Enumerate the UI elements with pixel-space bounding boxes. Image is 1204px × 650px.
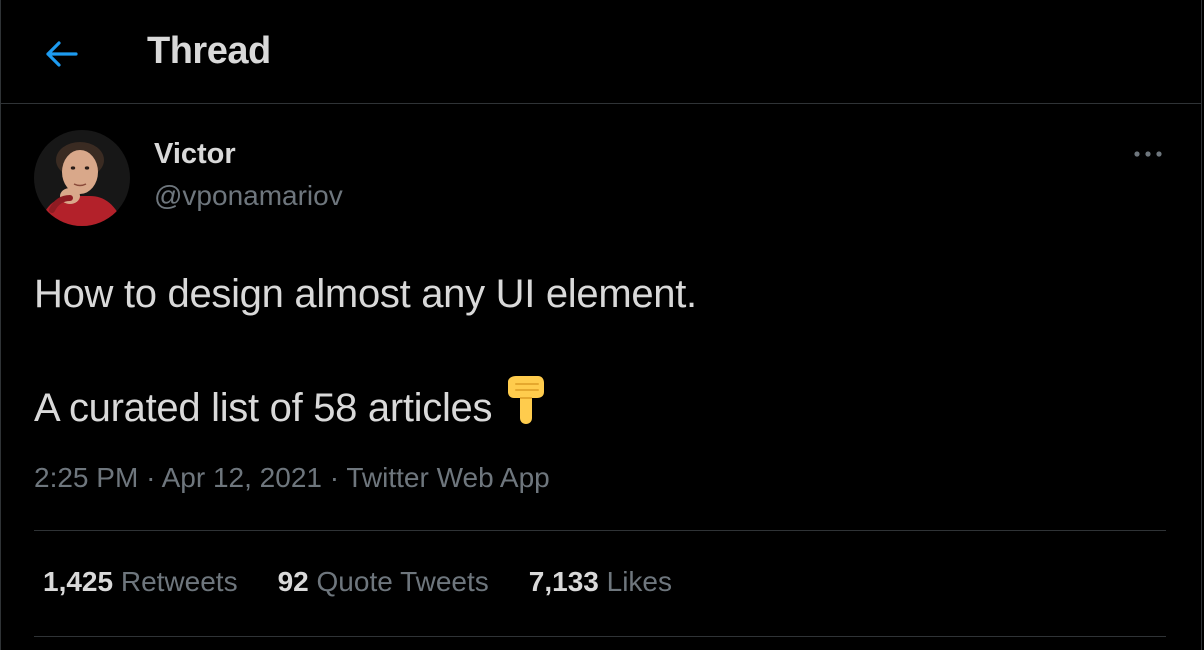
avatar[interactable] [34,130,130,226]
tweet-author-row: Victor @vponamariov [34,128,1166,228]
retweets-label: Retweets [120,566,238,597]
tweet-text-line-1: How to design almost any UI element. [34,272,697,316]
meta-separator: · [329,462,340,493]
thread-panel: Thread Victor @vponamariov How to design… [0,0,1202,650]
likes-stat[interactable]: 7,133 Likes [529,566,672,598]
tweet-text-line-2: A curated list of 58 articles [34,376,697,443]
arrow-left-icon [46,41,78,67]
meta-separator: · [146,462,156,493]
retweets-stat[interactable]: 1,425 Retweets [43,566,238,598]
tweet-meta: 2:25 PM · Apr 12, 2021 · Twitter Web App [34,462,550,494]
thread-header: Thread [1,0,1201,104]
more-horizontal-icon [1134,151,1162,157]
tweet-text: How to design almost any UI element. A c… [34,266,697,443]
pointing-down-emoji-icon [502,374,548,439]
likes-count: 7,133 [528,566,599,597]
quote-tweets-stat[interactable]: 92 Quote Tweets [278,566,489,598]
quote-tweets-label: Quote Tweets [316,566,489,597]
divider [34,530,1166,531]
author-name[interactable]: Victor [154,138,236,171]
more-options-button[interactable] [1130,140,1166,168]
back-button[interactable] [39,32,83,76]
retweets-count: 1,425 [43,566,114,597]
tweet-time[interactable]: 2:25 PM [34,462,138,493]
user-avatar-icon [34,130,130,226]
tweet-text-line-2-content: A curated list of 58 articles [34,386,493,431]
tweet-source[interactable]: Twitter Web App [346,462,549,493]
page-title: Thread [147,30,271,72]
tweet-date[interactable]: Apr 12, 2021 [162,462,322,493]
author-handle[interactable]: @vponamariov [154,180,343,212]
tweet-stats: 1,425 Retweets 92 Quote Tweets 7,133 Lik… [43,566,672,598]
tweet: Victor @vponamariov How to design almost… [34,128,1166,493]
divider [34,636,1166,637]
quote-tweets-count: 92 [277,566,309,597]
likes-label: Likes [606,566,673,597]
